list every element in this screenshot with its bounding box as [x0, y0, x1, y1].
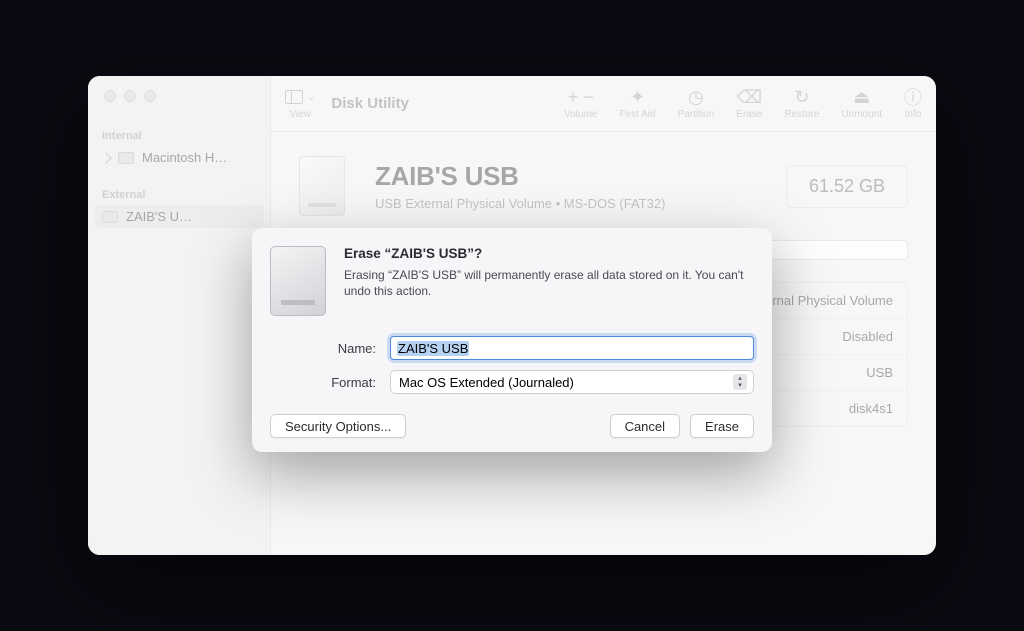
- volume-header: ZAIB'S USB USB External Physical Volume …: [271, 132, 936, 240]
- toolbar: ⌄ View Disk Utility + −Volume ✦First Aid…: [271, 76, 936, 132]
- stethoscope-icon: ✦: [630, 87, 645, 107]
- cancel-button[interactable]: Cancel: [610, 414, 680, 438]
- erase-dialog: Erase “ZAIB'S USB”? Erasing “ZAIB'S USB”…: [252, 228, 772, 452]
- volume-subtitle: USB External Physical Volume • MS-DOS (F…: [375, 196, 665, 211]
- dialog-description: Erasing “ZAIB'S USB” will permanently er…: [344, 267, 754, 299]
- toolbar-info[interactable]: ⓘInfo: [904, 87, 922, 120]
- erase-icon: ⌫: [737, 87, 762, 107]
- external-drive-icon: [102, 211, 118, 223]
- toolbar-erase[interactable]: ⌫Erase: [736, 87, 762, 120]
- disk-utility-window: Internal Macintosh H… External ZAIB'S U……: [88, 76, 936, 555]
- toolbar-partition[interactable]: ◷Partition: [678, 87, 715, 120]
- toolbar-view-control[interactable]: ⌄ View: [285, 87, 315, 120]
- close-dot[interactable]: [104, 90, 116, 102]
- name-input-value: ZAIB'S USB: [397, 341, 469, 356]
- eject-icon: ⏏: [853, 87, 870, 107]
- name-label: Name:: [270, 341, 380, 356]
- restore-icon: ↻: [794, 87, 809, 107]
- format-label: Format:: [270, 375, 380, 390]
- chevron-right-icon: [100, 152, 111, 163]
- sidebar-item-external-disk[interactable]: ZAIB'S U…: [94, 205, 264, 228]
- sidebar-view-icon: [285, 90, 303, 104]
- traffic-lights[interactable]: [88, 90, 270, 102]
- volume-size-badge: 61.52 GB: [786, 165, 908, 208]
- external-drive-dialog-icon: [270, 246, 326, 316]
- toolbar-restore[interactable]: ↻Restore: [784, 87, 819, 120]
- sidebar-item-internal-disk[interactable]: Macintosh H…: [88, 146, 270, 169]
- format-select-value: Mac OS Extended (Journaled): [399, 375, 574, 390]
- info-icon: ⓘ: [904, 87, 922, 107]
- toolbar-volume[interactable]: + −Volume: [564, 87, 597, 120]
- external-drive-large-icon: [299, 156, 345, 216]
- format-select[interactable]: Mac OS Extended (Journaled) ▴▾: [390, 370, 754, 394]
- plus-minus-icon: + −: [568, 87, 594, 107]
- toolbar-unmount[interactable]: ⏏Unmount: [841, 87, 882, 120]
- hdd-icon: [118, 152, 134, 164]
- sidebar-section-external: External: [88, 185, 270, 205]
- sidebar: Internal Macintosh H… External ZAIB'S U…: [88, 76, 271, 555]
- zoom-dot[interactable]: [144, 90, 156, 102]
- sidebar-section-internal: Internal: [88, 126, 270, 146]
- volume-name: ZAIB'S USB: [375, 161, 665, 192]
- erase-button[interactable]: Erase: [690, 414, 754, 438]
- pie-icon: ◷: [688, 87, 704, 107]
- security-options-button[interactable]: Security Options...: [270, 414, 406, 438]
- minimize-dot[interactable]: [124, 90, 136, 102]
- name-input[interactable]: ZAIB'S USB: [390, 336, 754, 360]
- sidebar-item-label: ZAIB'S U…: [126, 209, 192, 224]
- dialog-title: Erase “ZAIB'S USB”?: [344, 246, 754, 261]
- sidebar-item-label: Macintosh H…: [142, 150, 227, 165]
- updown-arrows-icon: ▴▾: [733, 374, 747, 390]
- window-title: Disk Utility: [331, 95, 409, 112]
- toolbar-first-aid[interactable]: ✦First Aid: [619, 87, 655, 120]
